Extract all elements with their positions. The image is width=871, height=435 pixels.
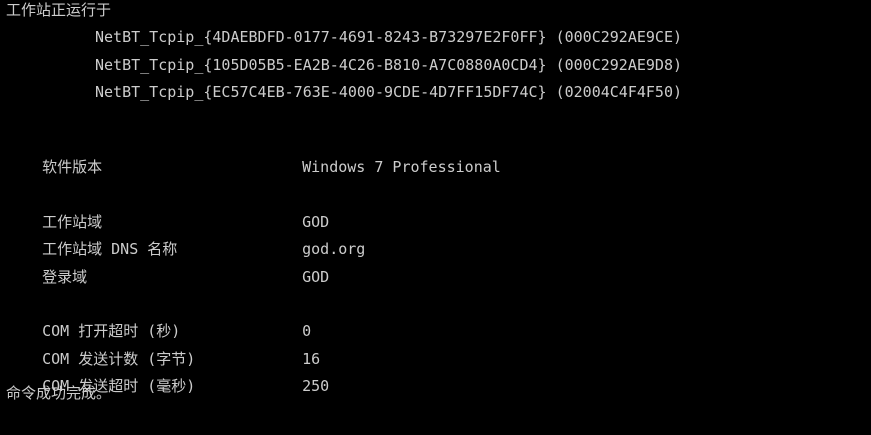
com-send-count-label: COM 发送计数 (字节) (42, 349, 196, 368)
com-send-timeout-value: 250 (302, 377, 330, 396)
workstation-dns-name-value: god.org (302, 240, 366, 259)
com-open-timeout-value: 0 (302, 322, 312, 341)
workstation-dns-name-label: 工作站域 DNS 名称 (42, 240, 178, 259)
transport-line: NetBT_Tcpip_{105D05B5-EA2B-4C26-B810-A7C… (95, 55, 682, 74)
console-output: 工作站正运行于 NetBT_Tcpip_{4DAEBDFD-0177-4691-… (6, 0, 866, 411)
transport-line: NetBT_Tcpip_{4DAEBDFD-0177-4691-8243-B73… (95, 28, 682, 47)
logon-domain-value: GOD (302, 267, 330, 286)
workstation-domain-row: 工作站域 GOD (6, 192, 866, 231)
com-open-timeout-row: COM 打开超时 (秒) 0 (6, 301, 866, 340)
software-version-label: 软件版本 (42, 157, 103, 176)
logon-domain-label: 登录域 (42, 267, 88, 286)
software-version-value: Windows 7 Professional (302, 157, 501, 176)
running-on-label: 工作站正运行于 (6, 1, 112, 19)
transport-line: NetBT_Tcpip_{EC57C4EB-763E-4000-9CDE-4D7… (95, 83, 682, 102)
software-version-row: 软件版本 Windows 7 Professional (6, 137, 866, 176)
com-open-timeout-label: COM 打开超时 (秒) (42, 322, 181, 341)
workstation-domain-value: GOD (302, 212, 330, 231)
com-send-count-value: 16 (302, 349, 321, 368)
workstation-domain-label: 工作站域 (42, 212, 103, 231)
